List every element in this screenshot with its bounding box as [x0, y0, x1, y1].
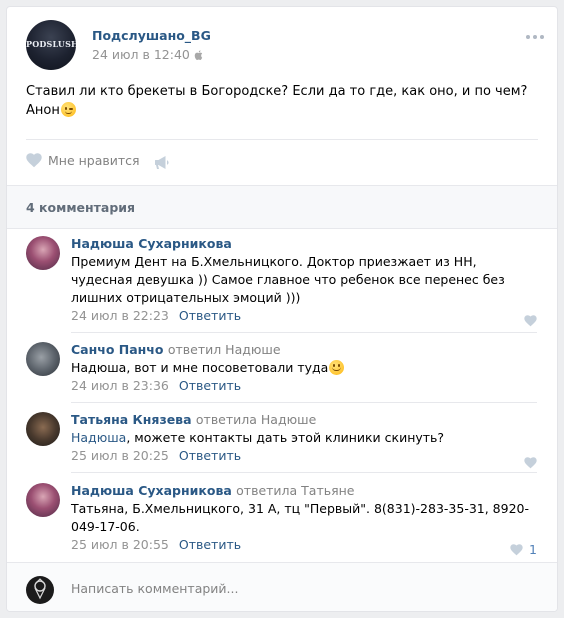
comment-date[interactable]: 24 июл в 23:36	[71, 378, 169, 393]
comment-like-count: 1	[529, 542, 537, 557]
comment-meta: 25 июл в 20:25 Ответить	[71, 448, 537, 463]
post-divider	[26, 139, 538, 140]
comment-author-row: Санчо Панчо ответил Надюше	[71, 342, 537, 357]
post-text-line1: Ставил ли кто брекеты в Богородске? Если…	[26, 84, 528, 99]
post-date-row: 24 июл в 12:40	[92, 47, 203, 62]
like-label: Мне нравится	[48, 153, 140, 168]
avatar[interactable]	[26, 236, 60, 270]
comment-author-row: Татьяна Князева ответила Надюше	[71, 412, 537, 427]
comment-item: Надюша Сухарникова ответила Татьяне Тать…	[7, 483, 557, 557]
comment-author[interactable]: Татьяна Князева	[71, 412, 192, 427]
comment-text-row: Надюша, вот и мне посоветовали туда	[71, 359, 537, 377]
comment-like-button[interactable]	[524, 455, 537, 470]
comments-header: 4 комментария	[7, 185, 557, 229]
post-text-line2: Анон	[26, 103, 60, 118]
comment-meta: 24 июл в 23:36 Ответить	[71, 378, 537, 393]
reply-button[interactable]: Ответить	[179, 378, 241, 393]
avatar[interactable]	[26, 483, 60, 517]
comment-date[interactable]: 25 июл в 20:55	[71, 537, 169, 552]
comment-author[interactable]: Надюша Сухарникова	[71, 236, 232, 251]
reply-button[interactable]: Ответить	[179, 448, 241, 463]
user-avatar-image	[34, 578, 46, 600]
wink-emoji-icon	[60, 102, 76, 117]
share-megaphone-icon[interactable]	[154, 155, 170, 170]
post-date[interactable]: 24 июл в 12:40	[92, 47, 190, 62]
comment-date[interactable]: 25 июл в 20:25	[71, 448, 169, 463]
heart-icon	[510, 544, 523, 556]
comment-item: Надюша Сухарникова Премиум Дент на Б.Хме…	[7, 236, 557, 333]
comment-meta: 25 июл в 20:55 Ответить	[71, 537, 537, 552]
comment-input[interactable]: Написать комментарий...	[71, 581, 238, 596]
heart-icon	[26, 153, 42, 168]
apple-icon	[194, 50, 203, 60]
write-comment-bar: Написать комментарий...	[7, 562, 557, 611]
comment-text-row: Надюша, можете контакты дать этой клиник…	[71, 429, 537, 447]
comment-like-button[interactable]: 1	[510, 542, 537, 557]
comment-mention-link[interactable]: Надюша	[71, 430, 126, 445]
comment-text: Надюша, вот и мне посоветовали туда	[71, 360, 329, 375]
comment-body: Надюша Сухарникова Премиум Дент на Б.Хме…	[71, 236, 537, 323]
comment-author[interactable]: Санчо Панчо	[71, 342, 163, 357]
like-button[interactable]: Мне нравится	[26, 153, 140, 168]
heart-icon	[524, 457, 537, 469]
comment-divider	[71, 332, 537, 333]
avatar[interactable]	[26, 412, 60, 446]
reply-button[interactable]: Ответить	[179, 308, 241, 323]
smile-emoji-icon	[329, 360, 345, 375]
community-avatar[interactable]: PODSLUSHANO	[26, 20, 76, 70]
comment-text: , можете контакты дать этой клиники скин…	[126, 430, 445, 445]
comment-body: Санчо Панчо ответил Надюше Надюша, вот и…	[71, 342, 537, 393]
comment-text: Премиум Дент на Б.Хмельницкого. Доктор п…	[71, 254, 505, 305]
comment-text: Татьяна, Б.Хмельницкого, 31 А, тц "Первы…	[71, 501, 530, 534]
avatar-logo: PODSLUSHANO	[26, 39, 76, 49]
comment-divider	[71, 472, 537, 473]
post-author[interactable]: Подслушано_BG	[92, 28, 211, 43]
comment-item: Татьяна Князева ответила Надюше Надюша, …	[7, 412, 557, 474]
comment-date[interactable]: 24 июл в 22:23	[71, 308, 169, 323]
comment-item: Санчо Панчо ответил Надюше Надюша, вот и…	[7, 342, 557, 404]
more-icon[interactable]	[524, 32, 546, 42]
reply-button[interactable]: Ответить	[179, 537, 241, 552]
comment-author[interactable]: Надюша Сухарникова	[71, 483, 232, 498]
comment-reply-to[interactable]: ответила Татьяне	[236, 483, 354, 498]
current-user-avatar[interactable]	[26, 576, 54, 604]
comment-author-row: Надюша Сухарникова	[71, 236, 537, 251]
avatar[interactable]	[26, 342, 60, 376]
comment-reply-to[interactable]: ответила Надюше	[196, 412, 316, 427]
comment-body: Татьяна Князева ответила Надюше Надюша, …	[71, 412, 537, 463]
post-card: PODSLUSHANO Подслушано_BG 24 июл в 12:40…	[6, 6, 558, 612]
comment-body: Надюша Сухарникова ответила Татьяне Тать…	[71, 483, 537, 552]
comment-author-row: Надюша Сухарникова ответила Татьяне	[71, 483, 537, 498]
heart-icon	[524, 315, 537, 327]
comment-meta: 24 июл в 22:23 Ответить	[71, 308, 537, 323]
post-header: PODSLUSHANO Подслушано_BG 24 июл в 12:40	[26, 20, 544, 72]
comment-like-button[interactable]	[524, 313, 537, 328]
post-text: Ставил ли кто брекеты в Богородске? Если…	[26, 82, 536, 120]
comment-reply-to[interactable]: ответил Надюше	[168, 342, 281, 357]
comments-count: 4 комментария	[26, 200, 136, 215]
comment-divider	[71, 402, 537, 403]
post-text-line2-row: Анон	[26, 101, 536, 120]
